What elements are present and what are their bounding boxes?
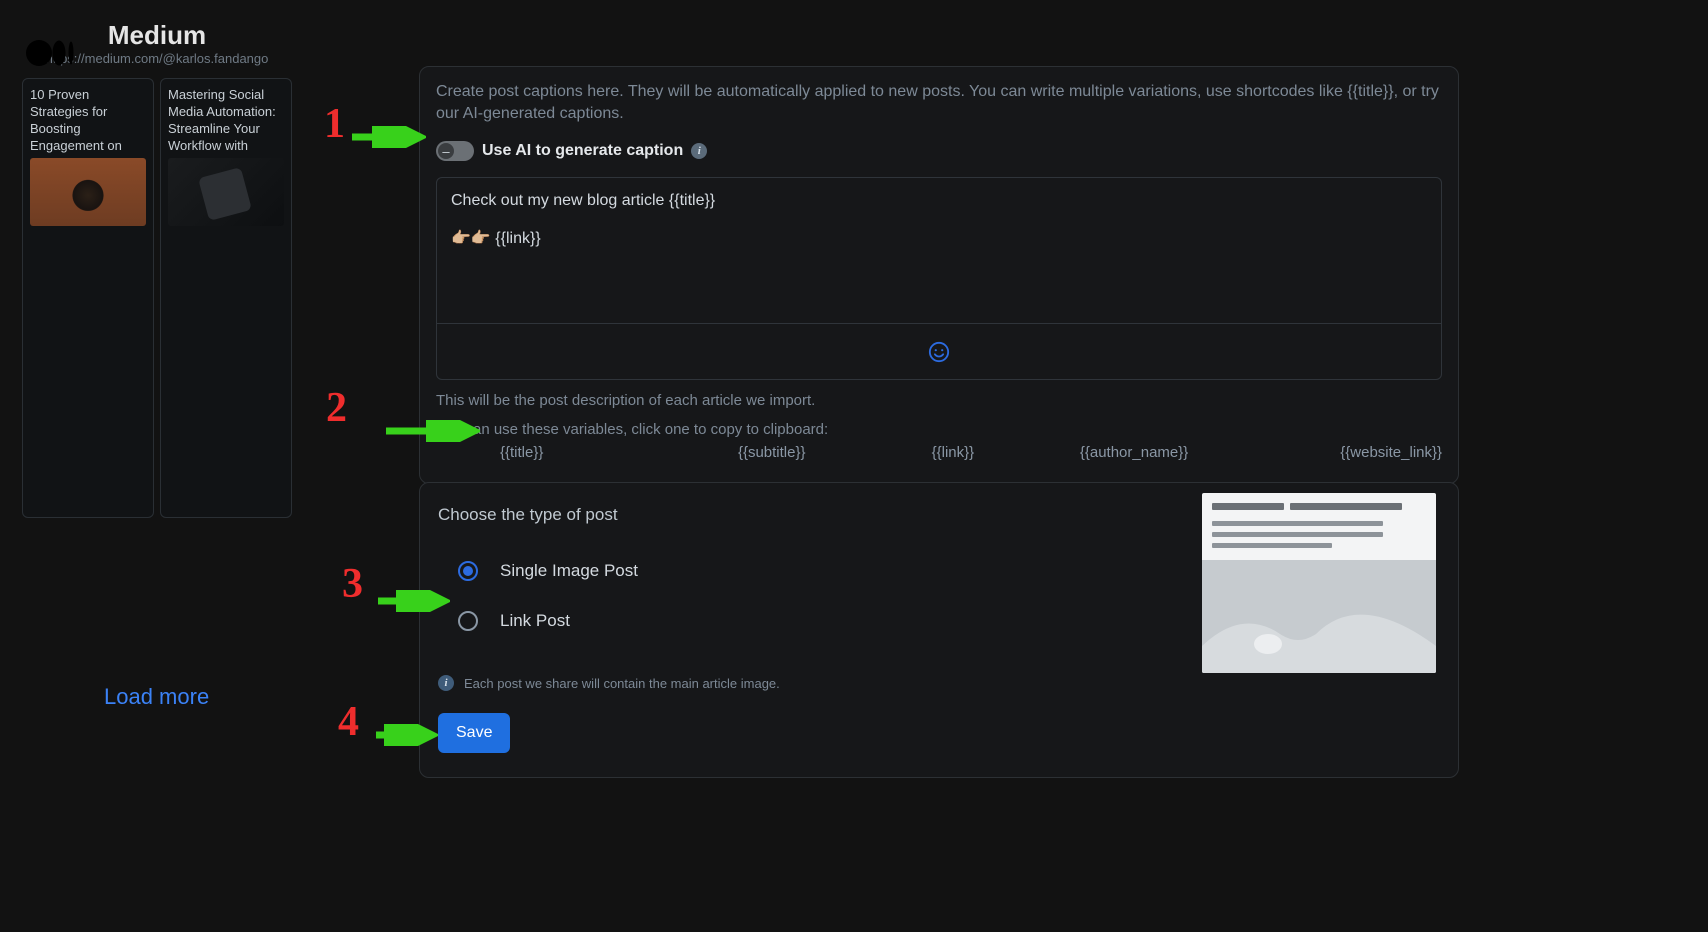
article-card[interactable]: Mastering Social Media Automation: Strea… <box>160 78 292 518</box>
medium-logo-icon <box>26 38 78 68</box>
annotation-arrow-icon <box>352 126 426 148</box>
annotation-number: 3 <box>342 560 363 608</box>
var-chip[interactable]: {{website_link}} <box>1225 444 1442 461</box>
radio-label: Link Post <box>500 611 570 631</box>
captions-intro: Create post captions here. They will be … <box>436 81 1442 125</box>
article-card[interactable]: 10 Proven Strategies for Boosting Engage… <box>22 78 154 518</box>
var-chip[interactable]: {{subtitle}} <box>681 444 862 461</box>
variables-row: {{title}} {{subtitle}} {{link}} {{author… <box>436 444 1442 461</box>
caption-editor <box>436 177 1442 380</box>
caption-textarea[interactable] <box>437 178 1441 318</box>
radio-link-post[interactable] <box>458 611 478 631</box>
post-type-note: Each post we share will contain the main… <box>464 676 780 691</box>
var-chip[interactable]: {{link}} <box>862 444 1043 461</box>
brand-url[interactable]: https://medium.com/@karlos.fandango <box>46 51 269 66</box>
radio-label: Single Image Post <box>500 561 638 581</box>
var-chip[interactable]: {{author_name}} <box>1043 444 1224 461</box>
var-chip[interactable]: {{title}} <box>436 444 681 461</box>
article-title: Mastering Social Media Automation: Strea… <box>168 86 284 154</box>
emoji-picker-icon[interactable] <box>928 341 950 363</box>
annotation-number: 1 <box>324 100 345 148</box>
annotation-number: 2 <box>326 384 347 432</box>
save-button[interactable]: Save <box>438 713 510 753</box>
post-type-panel: Choose the type of post Single Image Pos… <box>419 482 1459 778</box>
post-type-preview <box>1202 493 1436 673</box>
info-icon: i <box>438 675 454 691</box>
captions-panel: Create post captions here. They will be … <box>419 66 1459 484</box>
ai-toggle[interactable]: – <box>436 141 474 161</box>
ai-toggle-label: Use AI to generate caption <box>482 142 683 160</box>
help-text-1: This will be the post description of eac… <box>436 392 1442 409</box>
article-thumbnail <box>168 158 284 226</box>
radio-single-image[interactable] <box>458 561 478 581</box>
annotation-number: 4 <box>338 698 359 746</box>
article-title: 10 Proven Strategies for Boosting Engage… <box>30 86 146 154</box>
article-thumbnail <box>30 158 146 226</box>
sidebar: Medium https://medium.com/@karlos.fandan… <box>22 20 292 518</box>
load-more-link[interactable]: Load more <box>104 684 209 710</box>
info-icon[interactable]: i <box>691 143 707 159</box>
help-text-2: You can use these variables, click one t… <box>436 421 1442 438</box>
